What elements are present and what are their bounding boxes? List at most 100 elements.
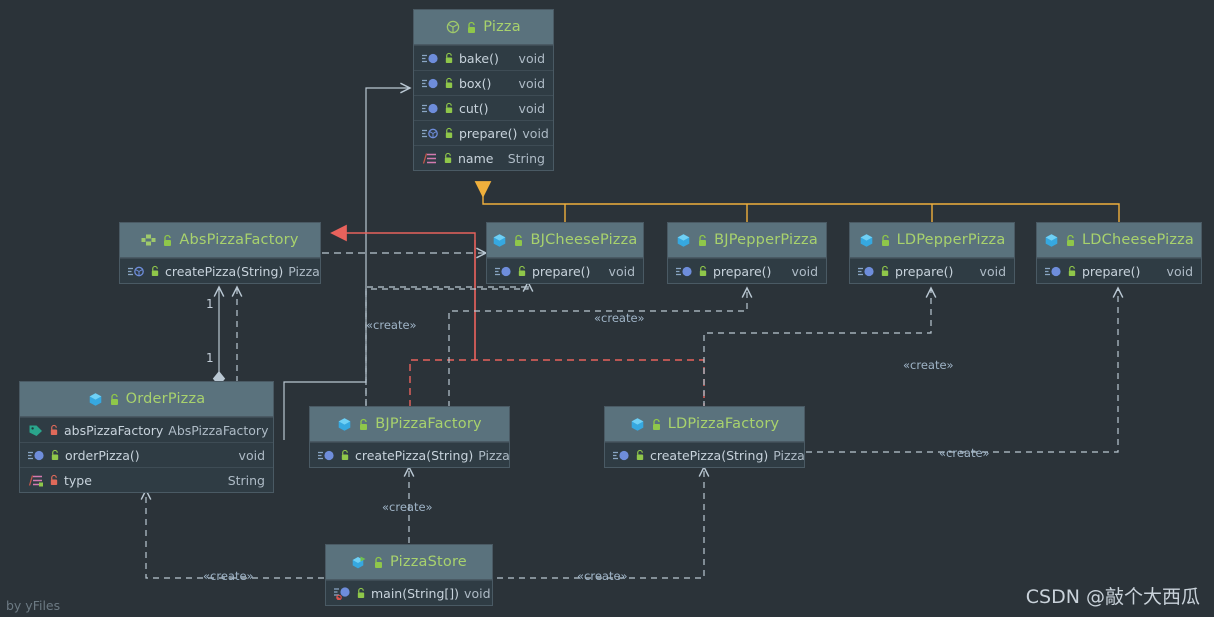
member-name: prepare()	[713, 263, 772, 279]
member-name: absPizzaFactory	[64, 422, 164, 438]
edge-label-create-bjfactory: «create»	[382, 500, 433, 514]
member-type: void	[464, 585, 491, 601]
lock-green-icon	[340, 449, 350, 461]
member-type: void	[608, 263, 635, 279]
member-row[interactable]: createPizza(String) Pizza	[605, 442, 805, 467]
class-name-pizzastore: PizzaStore	[390, 554, 467, 570]
class-icon	[859, 233, 874, 248]
class-header-pizza: Pizza	[414, 10, 553, 45]
lock-green-icon	[651, 418, 662, 431]
method-icon	[1045, 265, 1062, 278]
member-row[interactable]: prepare() void	[414, 120, 553, 145]
member-row[interactable]: prepare() void	[668, 258, 826, 283]
lock-green-icon	[358, 418, 369, 431]
lock-green-icon	[1067, 265, 1077, 277]
member-name: prepare()	[459, 125, 518, 141]
class-name-orderpizza: OrderPizza	[125, 391, 206, 407]
class-box-abspizzafactory[interactable]: AbsPizzaFactory createPizza(String) Pizz…	[119, 222, 321, 284]
member-row[interactable]: absPizzaFactory AbsPizzaFactory	[20, 417, 273, 442]
class-name-ldcheesepizza: LDCheesePizza	[1081, 232, 1195, 248]
lock-green-icon	[697, 234, 708, 247]
class-name-pizza: Pizza	[483, 19, 521, 35]
method-icon	[28, 449, 45, 462]
member-name: main(String[])	[371, 585, 460, 601]
lock-green-icon	[880, 234, 891, 247]
class-name-bjpepperpizza: BJPepperPizza	[714, 232, 818, 248]
edge-label-create-bjpepper: «create»	[594, 311, 645, 325]
lock-green-icon	[373, 556, 384, 569]
lock-green-icon	[517, 265, 527, 277]
class-header-abspizzafactory: AbsPizzaFactory	[120, 223, 320, 258]
uml-diagram-canvas[interactable]: Pizza bake() void box() void cut() void …	[0, 0, 1214, 617]
class-box-bjpizzafactory[interactable]: BJPizzaFactory createPizza(String) Pizza	[309, 406, 510, 468]
member-row[interactable]: type String	[20, 467, 273, 492]
member-name: cut()	[459, 100, 489, 116]
field-icon	[422, 152, 438, 165]
member-row[interactable]: main(String[]) void	[326, 580, 492, 605]
class-box-ldpepperpizza[interactable]: LDPepperPizza prepare() void	[849, 222, 1015, 284]
class-name-bjcheesepizza: BJCheesePizza	[530, 232, 638, 248]
member-type: void	[238, 447, 265, 463]
member-type: AbsPizzaFactory	[168, 422, 269, 438]
abstract-method-icon	[422, 52, 439, 65]
field-icon	[28, 474, 44, 487]
member-row[interactable]: bake() void	[414, 45, 553, 70]
member-row[interactable]: createPizza(String) Pizza	[310, 442, 510, 467]
member-name: name	[458, 150, 494, 166]
class-icon	[676, 233, 691, 248]
class-box-pizza[interactable]: Pizza bake() void box() void cut() void …	[413, 9, 554, 171]
lock-green-icon	[444, 127, 454, 139]
class-box-orderpizza[interactable]: OrderPizza absPizzaFactory AbsPizzaFacto…	[19, 381, 274, 493]
class-icon	[492, 233, 507, 248]
member-row[interactable]: cut() void	[414, 95, 553, 120]
class-icon	[1044, 233, 1059, 248]
class-box-bjcheesepizza[interactable]: BJCheesePizza prepare() void	[486, 222, 644, 284]
member-type: String	[227, 472, 265, 488]
member-row[interactable]: prepare() void	[487, 258, 643, 283]
class-box-pizzastore[interactable]: PizzaStore main(String[]) void	[325, 544, 493, 606]
generalization-pizza-tree	[474, 181, 1120, 222]
member-type: void	[1166, 263, 1193, 279]
member-row[interactable]: prepare() void	[850, 258, 1014, 283]
lock-red-icon	[49, 424, 59, 436]
method-icon	[613, 449, 630, 462]
csdn-watermark: CSDN @敲个大西瓜	[1025, 586, 1200, 608]
class-box-ldpizzafactory[interactable]: LDPizzaFactory createPizza(String) Pizza	[604, 406, 805, 468]
class-icon	[337, 417, 352, 432]
abstract-method-icon	[422, 102, 439, 115]
class-box-bjpepperpizza[interactable]: BJPepperPizza prepare() void	[667, 222, 827, 284]
member-name: createPizza(String)	[165, 263, 284, 279]
member-name: type	[64, 472, 92, 488]
member-type: void	[791, 263, 818, 279]
member-row[interactable]: prepare() void	[1037, 258, 1201, 283]
method-icon	[495, 265, 512, 278]
lock-green-icon	[443, 152, 453, 164]
member-type: String	[507, 150, 545, 166]
class-box-ldcheesepizza[interactable]: LDCheesePizza prepare() void	[1036, 222, 1202, 284]
class-name-abspizzafactory: AbsPizzaFactory	[179, 232, 299, 248]
lock-green-icon	[109, 393, 120, 406]
member-name: prepare()	[895, 263, 954, 279]
member-row[interactable]: box() void	[414, 70, 553, 95]
edge-label-create-bjcheese: «create»	[366, 318, 417, 332]
class-header-ldpepperpizza: LDPepperPizza	[850, 223, 1014, 258]
class-icon	[88, 392, 103, 407]
member-type: void	[522, 125, 549, 141]
edge-layer	[140, 82, 1124, 579]
class-header-ldcheesepizza: LDCheesePizza	[1037, 223, 1201, 258]
lock-green-icon	[698, 265, 708, 277]
member-name: bake()	[459, 50, 499, 66]
class-header-ldpizzafactory: LDPizzaFactory	[605, 407, 804, 442]
member-type: void	[518, 75, 545, 91]
abstract-method-icon	[422, 77, 439, 90]
yfiles-watermark: by yFiles	[6, 598, 61, 613]
edge-label-create-ldfactory: «create»	[577, 569, 628, 583]
class-name-bjpizzafactory: BJPizzaFactory	[375, 416, 482, 432]
member-row[interactable]: name String	[414, 145, 553, 170]
class-icon	[630, 417, 645, 432]
member-row[interactable]: orderPizza() void	[20, 442, 273, 467]
interface-icon	[141, 233, 156, 247]
property-icon	[28, 424, 44, 437]
member-row[interactable]: createPizza(String) Pizza	[120, 258, 320, 283]
class-name-ldpizzafactory: LDPizzaFactory	[667, 416, 780, 432]
